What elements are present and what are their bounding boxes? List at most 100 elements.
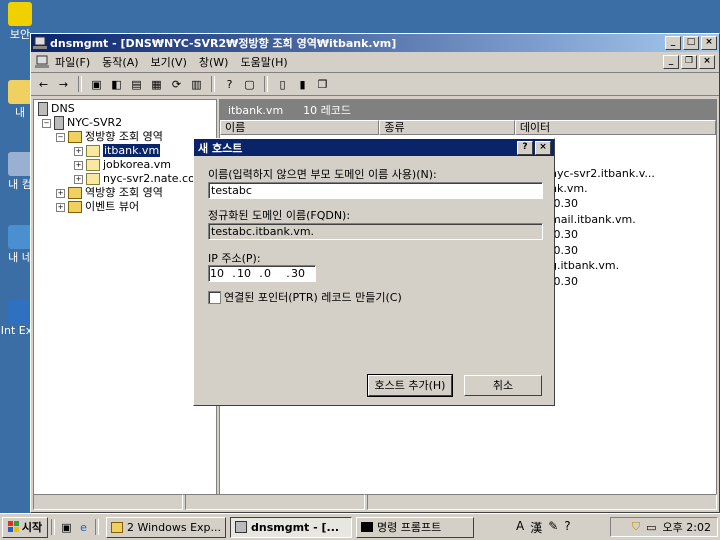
help-icon[interactable]: ? [221, 76, 238, 93]
properties-icon[interactable]: ▤ [128, 76, 145, 93]
start-button[interactable]: 시작 [2, 516, 48, 538]
menu-view[interactable]: 보기(V) [151, 54, 187, 70]
expand-icon[interactable]: + [74, 174, 83, 184]
up-folder-icon[interactable]: ▣ [88, 76, 105, 93]
cancel-button[interactable]: 취소 [464, 375, 542, 396]
dialog-help-button[interactable]: ? [517, 141, 533, 155]
ip-octet-3[interactable]: 0 [263, 266, 286, 281]
dns-icon [235, 521, 247, 533]
record-icon[interactable]: ▯ [274, 76, 291, 93]
ime-help-icon[interactable]: ? [564, 519, 570, 536]
zone-name: itbank.vm [228, 103, 284, 117]
column-headers: 이름 종류 데이터 [220, 120, 716, 135]
collapse-icon[interactable]: − [42, 118, 51, 128]
column-type[interactable]: 종류 [379, 120, 515, 135]
back-arrow-icon[interactable]: ← [35, 76, 52, 93]
status-pane [33, 494, 183, 510]
ie-icon[interactable]: e [75, 519, 92, 536]
tree-node-jobkorea[interactable]: + jobkorea.vm [74, 158, 171, 172]
ime-mode[interactable]: A [516, 519, 524, 536]
computer-icon [8, 152, 32, 176]
menu-help[interactable]: 도움말(H) [240, 54, 287, 70]
forward-arrow-icon[interactable]: → [55, 76, 72, 93]
clock[interactable]: 오후 2:02 [663, 519, 711, 535]
ip-octet-2[interactable]: 10 [236, 266, 259, 281]
ime-hanja[interactable]: 漢 [530, 519, 542, 536]
desktop-icon[interactable]: ▣ [58, 519, 75, 536]
tree-node-dns[interactable]: DNS [38, 102, 75, 116]
list-icon[interactable]: ▥ [188, 76, 205, 93]
security-shield-icon[interactable]: ⛉ [632, 520, 640, 534]
expand-icon[interactable]: + [56, 188, 65, 198]
toolbar-separator [264, 76, 268, 92]
status-pane [185, 494, 365, 510]
list-item[interactable]: nk.vm. [550, 182, 588, 196]
inner-restore-button[interactable]: ❐ [681, 55, 697, 69]
close-button[interactable]: × [701, 36, 717, 50]
status-bar [33, 494, 717, 510]
network-icon [8, 225, 32, 249]
dialog-titlebar[interactable]: 새 호스트 ? × [194, 139, 554, 156]
ip-octet-4[interactable]: 30 [290, 266, 313, 281]
dialog-title: 새 호스트 [198, 141, 243, 155]
column-name[interactable]: 이름 [220, 120, 380, 135]
tree-node-reverse-zone[interactable]: + 역방향 조회 영역 [56, 186, 163, 200]
expand-icon[interactable]: + [74, 160, 83, 170]
task-windows-explorer[interactable]: 2 Windows Exp... [106, 516, 226, 538]
dialog-close-button[interactable]: × [535, 141, 551, 155]
taskbar: 시작 ▣ e 2 Windows Exp... dnsmgmt - [... 명… [0, 513, 720, 540]
tree-label: nyc-svr2.nate.co [103, 172, 195, 185]
tree-node-event-viewer[interactable]: + 이벤트 뷰어 [56, 200, 139, 214]
tree-node-server[interactable]: − NYC-SVR2 [42, 116, 122, 130]
expand-icon[interactable]: + [56, 202, 65, 212]
details-header: itbank.vm 10 레코드 [220, 100, 716, 120]
task-command-prompt[interactable]: 명령 프롬프트 [356, 516, 474, 538]
name-input[interactable]: testabc [208, 182, 543, 199]
new-record-icon[interactable]: ▮ [294, 76, 311, 93]
name-label: 이름(입력하지 않으면 부모 도메인 이름 사용)(N): [208, 168, 437, 181]
export-icon[interactable]: ▦ [148, 76, 165, 93]
list-item[interactable]: nyc-svr2.itbank.v... [550, 167, 655, 181]
window-titlebar[interactable]: dnsmgmt - [DNS₩NYC-SVR2₩정방향 조회 영역₩itbank… [31, 34, 719, 52]
server-icon [54, 116, 64, 130]
system-tray: ⛉ ▭ 오후 2:02 [610, 517, 718, 537]
copy-icon[interactable]: ❐ [314, 76, 331, 93]
ptr-label[interactable]: 연결된 포인터(PTR) 레코드 만들기(C) [224, 289, 402, 305]
taskbar-separator [51, 519, 55, 535]
ime-tools-icon[interactable]: ✎ [548, 519, 558, 536]
menu-action[interactable]: 동작(A) [102, 54, 138, 70]
zone-icon [86, 173, 100, 185]
ie-icon [8, 300, 32, 324]
ip-octet-1[interactable]: 10 [209, 266, 232, 281]
refresh-icon[interactable]: ⟳ [168, 76, 185, 93]
inner-close-button[interactable]: × [699, 55, 715, 69]
collapse-icon[interactable]: − [56, 132, 65, 142]
menu-window[interactable]: 창(W) [199, 54, 229, 70]
task-dnsmgmt[interactable]: dnsmgmt - [... [230, 516, 352, 538]
list-item[interactable]: mail.itbank.vm. [550, 213, 636, 227]
add-host-button[interactable]: 호스트 추가(H) [367, 374, 453, 397]
mmc-icon[interactable] [35, 55, 49, 69]
console-icon[interactable]: ▢ [241, 76, 258, 93]
toolbar-separator [211, 76, 215, 92]
ptr-checkbox[interactable] [208, 291, 221, 304]
task-label: 2 Windows Exp... [126, 520, 221, 534]
dns-icon [33, 36, 47, 50]
help-icon [8, 2, 32, 26]
show-tree-icon[interactable]: ◧ [108, 76, 125, 93]
minimize-button[interactable]: _ [665, 36, 681, 50]
inner-minimize-button[interactable]: _ [663, 55, 679, 69]
tree-node-forward-zone[interactable]: − 정방향 조회 영역 [56, 130, 163, 144]
ip-address-input[interactable]: 10. 10. 0. 30 [208, 265, 316, 282]
expand-icon[interactable]: + [74, 146, 83, 156]
record-count: 10 레코드 [303, 104, 352, 117]
menu-file[interactable]: 파일(F) [55, 54, 90, 70]
network-icon[interactable]: ▭ [646, 521, 656, 534]
list-item[interactable]: g.itbank.vm. [550, 259, 619, 273]
column-data[interactable]: 데이터 [514, 120, 716, 135]
tree-node-nate[interactable]: + nyc-svr2.nate.co [74, 172, 195, 186]
tree-node-itbank[interactable]: + itbank.vm [74, 144, 161, 158]
folder-icon [68, 131, 82, 143]
taskbar-separator [95, 519, 99, 535]
maximize-button[interactable]: □ [683, 36, 699, 50]
